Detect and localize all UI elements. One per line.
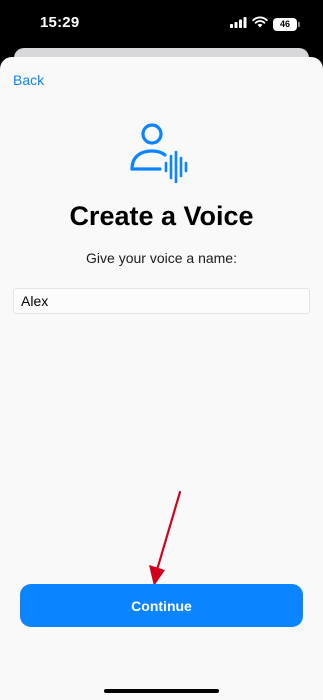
continue-button-label: Continue bbox=[131, 597, 192, 614]
home-indicator bbox=[104, 689, 219, 693]
page-title: Create a Voice bbox=[69, 201, 254, 231]
voice-name-field[interactable] bbox=[13, 288, 310, 314]
red-arrow-icon bbox=[145, 490, 185, 590]
battery-level: 46 bbox=[279, 19, 290, 29]
signal-icon bbox=[230, 15, 247, 33]
battery-icon: 46 bbox=[273, 17, 300, 31]
status-time: 15:29 bbox=[40, 14, 80, 31]
status-icons: 46 bbox=[230, 15, 300, 33]
back-button[interactable]: Back bbox=[13, 72, 44, 88]
wifi-icon bbox=[252, 15, 268, 33]
status-bar: 15:29 46 bbox=[0, 0, 323, 46]
page-subtitle: Give your voice a name: bbox=[86, 250, 237, 266]
continue-button[interactable]: Continue bbox=[20, 584, 303, 627]
create-voice-sheet: Back Create a Voice Give your voice a na… bbox=[0, 57, 323, 700]
person-voice-icon bbox=[126, 121, 192, 184]
